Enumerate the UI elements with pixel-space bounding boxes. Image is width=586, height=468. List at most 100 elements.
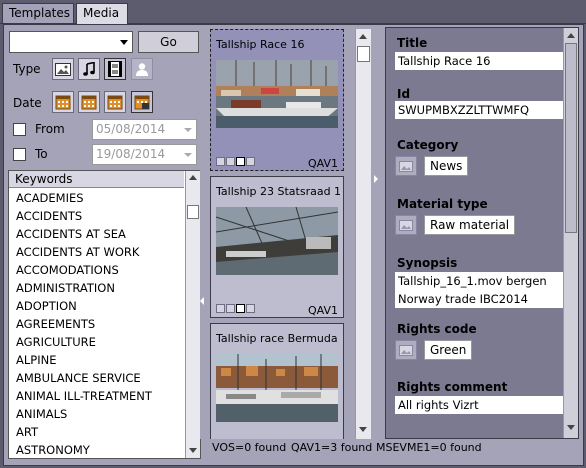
synopsis-line: Tallship_16_1.mov bergen: [398, 274, 547, 288]
rights-comment-label: Rights comment: [397, 380, 508, 394]
person-icon: [136, 63, 148, 76]
person-icon: [246, 157, 255, 166]
list-item[interactable]: ALPINE: [9, 351, 184, 369]
status-msevme1: MSEVME1=0 found: [376, 441, 482, 454]
date-week-button[interactable]: [78, 91, 100, 113]
from-checkbox[interactable]: [13, 123, 26, 136]
type-audio-button[interactable]: [78, 58, 100, 80]
keywords-items: ACADEMIES ACCIDENTS ACCIDENTS AT SEA ACC…: [9, 189, 184, 458]
calendar-icon: [107, 95, 123, 110]
chevron-down-icon[interactable]: [184, 128, 192, 132]
scroll-down-icon[interactable]: [567, 425, 575, 430]
image-icon: [55, 62, 71, 76]
chevron-left-icon[interactable]: [200, 297, 204, 305]
tab-media[interactable]: Media: [76, 3, 128, 24]
media-type-icons: [216, 157, 255, 167]
rights-comment-field[interactable]: All rights Vizrt: [395, 396, 565, 414]
media-card[interactable]: Tallship Race 16 QAV1: [210, 29, 344, 171]
list-item[interactable]: AGRICULTURE: [9, 333, 184, 351]
tab-templates[interactable]: Templates: [2, 3, 74, 24]
material-type-tag[interactable]: Raw material: [424, 215, 516, 235]
music-note-icon: [83, 62, 95, 76]
from-date-input[interactable]: 05/08/2014: [92, 119, 197, 140]
list-item[interactable]: AMBULANCE SERVICE: [9, 369, 184, 387]
media-card-title: Tallship 23 Statsraad 1: [216, 185, 340, 198]
scroll-up-icon[interactable]: [567, 33, 575, 38]
keywords-list[interactable]: Keywords ACADEMIES ACCIDENTS ACCIDENTS A…: [8, 170, 201, 459]
list-item[interactable]: AGREEMENTS: [9, 315, 184, 333]
image-icon: [399, 344, 413, 356]
list-item[interactable]: ACCIDENTS: [9, 207, 184, 225]
synopsis-line: Norway trade IBC2014: [398, 292, 528, 306]
scroll-up-icon[interactable]: [359, 34, 367, 39]
to-date-value: 19/08/2014: [96, 147, 166, 161]
category-tag[interactable]: News: [424, 156, 469, 176]
media-type-icons: [216, 304, 255, 314]
list-item[interactable]: ART: [9, 423, 184, 441]
calendar-icon: [55, 95, 71, 110]
chevron-right-icon[interactable]: [374, 175, 378, 183]
scroll-down-icon[interactable]: [359, 427, 367, 432]
list-item[interactable]: ACADEMIES: [9, 189, 184, 207]
scroll-down-icon[interactable]: [189, 448, 197, 453]
list-item[interactable]: ADOPTION: [9, 297, 184, 315]
media-results: Tallship Race 16 QAV1 Tallship 23 Statsr…: [208, 27, 374, 439]
media-thumbnail: [216, 60, 338, 128]
date-month-button[interactable]: [104, 91, 126, 113]
chevron-down-icon[interactable]: [120, 40, 128, 45]
right-splitter[interactable]: [374, 27, 379, 439]
music-note-icon: [226, 157, 235, 166]
calendar-icon: [134, 95, 150, 110]
keywords-header[interactable]: Keywords: [9, 171, 184, 188]
rights-code-tag[interactable]: Green: [424, 340, 473, 360]
date-range-button[interactable]: [131, 91, 153, 113]
image-icon: [216, 157, 225, 166]
media-card-title: Tallship race Bermuda S: [216, 332, 340, 345]
media-scrollbar[interactable]: [355, 29, 371, 439]
id-label: Id: [397, 87, 411, 101]
list-item[interactable]: ACCIDENTS AT WORK: [9, 243, 184, 261]
details-scrollbar[interactable]: [563, 28, 578, 438]
chevron-down-icon[interactable]: [184, 153, 192, 157]
title-label: Title: [397, 36, 428, 50]
rights-code-image: [395, 340, 417, 360]
media-thumbnail: [216, 354, 338, 422]
calendar-icon: [81, 95, 97, 110]
material-type-label: Material type: [397, 197, 488, 211]
left-splitter[interactable]: [200, 27, 205, 439]
media-card-channel: QAV1: [307, 304, 338, 317]
go-button[interactable]: Go: [138, 31, 199, 53]
synopsis-field[interactable]: Tallship_16_1.mov bergen Norway trade IB…: [395, 272, 565, 308]
list-item[interactable]: ANIMALS: [9, 405, 184, 423]
image-icon: [399, 160, 413, 172]
scroll-up-icon[interactable]: [189, 175, 197, 180]
media-card[interactable]: Tallship race Bermuda S: [210, 323, 344, 439]
list-item[interactable]: ACCOMODATIONS: [9, 261, 184, 279]
list-item[interactable]: ASTRONOMY: [9, 441, 184, 458]
id-field[interactable]: SWUPMBXZZLTTWMFQ: [395, 101, 565, 119]
to-date-input[interactable]: 19/08/2014: [92, 144, 197, 165]
from-label: From: [35, 122, 65, 136]
list-item[interactable]: ACCIDENTS AT SEA: [9, 225, 184, 243]
date-day-button[interactable]: [52, 91, 74, 113]
list-item[interactable]: ADMINISTRATION: [9, 279, 184, 297]
to-checkbox[interactable]: [13, 148, 26, 161]
status-vos: VOS=0 found: [212, 441, 287, 454]
media-card[interactable]: Tallship 23 Statsraad 1 QAV1: [210, 176, 344, 318]
type-person-button[interactable]: [131, 58, 153, 80]
scrollbar-thumb[interactable]: [565, 43, 577, 233]
title-field[interactable]: Tallship Race 16: [395, 52, 565, 70]
scrollbar-thumb[interactable]: [357, 46, 370, 62]
list-item[interactable]: ANIMAL ILL-TREATMENT: [9, 387, 184, 405]
media-card-channel: QAV1: [307, 157, 338, 170]
status-qav1: QAV1=3 found: [291, 441, 373, 454]
scrollbar-thumb[interactable]: [187, 205, 199, 219]
media-thumbnail: [216, 207, 338, 275]
type-image-button[interactable]: [52, 58, 74, 80]
film-icon: [236, 157, 245, 166]
keywords-scrollbar[interactable]: [185, 171, 200, 458]
search-combo[interactable]: [9, 31, 133, 53]
type-video-button[interactable]: [104, 58, 126, 80]
image-icon: [399, 219, 413, 231]
category-label: Category: [397, 138, 459, 152]
